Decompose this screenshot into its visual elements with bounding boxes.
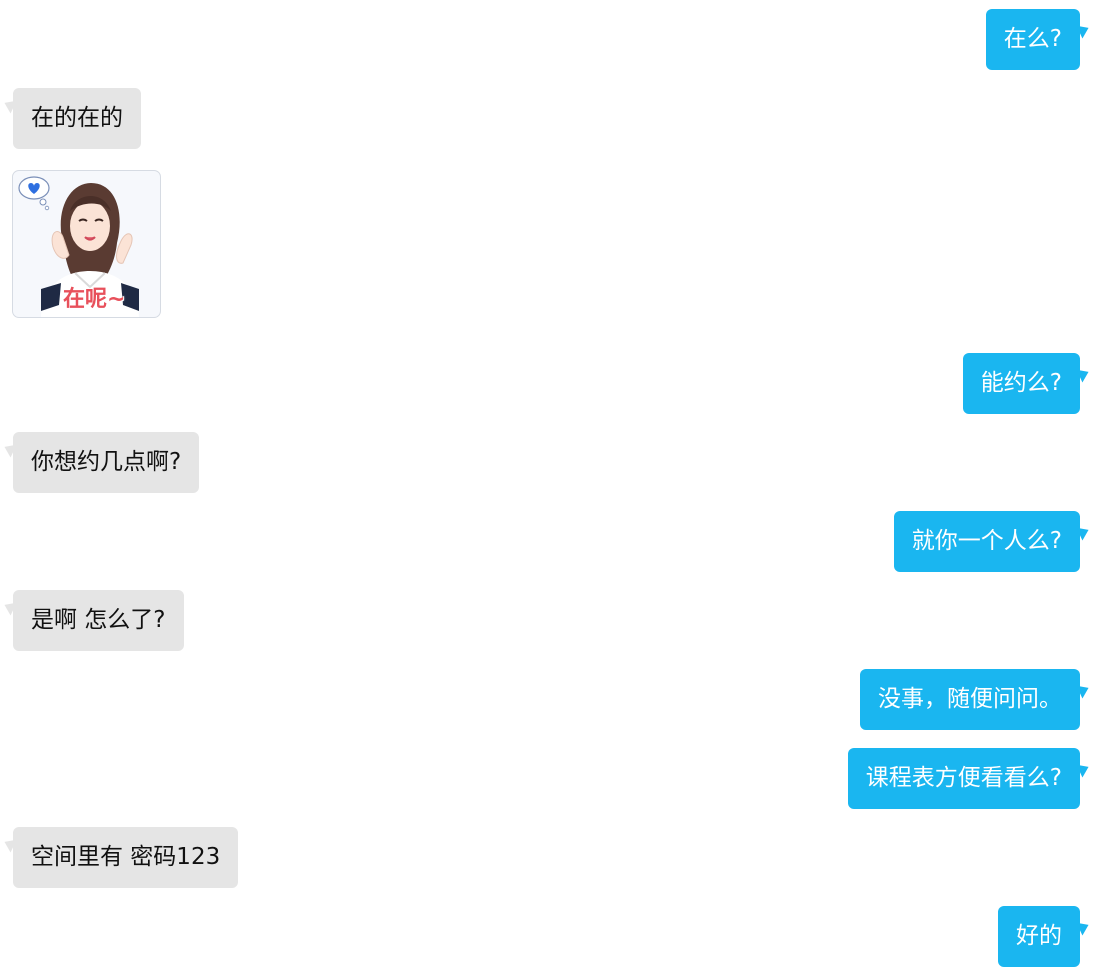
message-bubble-received[interactable]: 你想约几点啊? — [13, 432, 200, 493]
message-bubble-received[interactable]: 是啊 怎么了? — [13, 590, 184, 651]
message-bubble-sent[interactable]: 在么? — [985, 9, 1080, 70]
message-bubble-sent[interactable]: 能约么? — [962, 353, 1080, 414]
message-bubble-sent[interactable]: 课程表方便看看么? — [847, 748, 1080, 809]
message-bubble-sent[interactable]: 就你一个人么? — [893, 511, 1080, 572]
sticker-caption: 在呢~ — [63, 287, 126, 312]
message-bubble-received[interactable]: 在的在的 — [13, 88, 141, 149]
chat-thread: 在么? 在的在的 在呢~ 能约么? 你想约几点啊? 就你一个人么? 是啊 怎么了… — [0, 0, 1097, 978]
sticker-message[interactable]: 在呢~ — [12, 170, 161, 318]
message-bubble-sent[interactable]: 好的 — [998, 906, 1080, 967]
message-bubble-sent[interactable]: 没事，随便问问。 — [860, 669, 1080, 730]
message-bubble-received[interactable]: 空间里有 密码123 — [13, 827, 239, 888]
